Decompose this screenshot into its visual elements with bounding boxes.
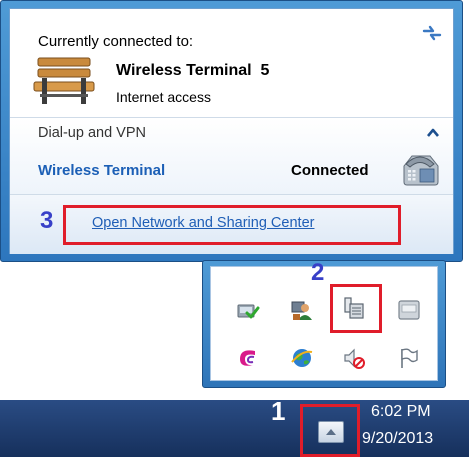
annotation-highlight-show-hidden: [300, 404, 360, 457]
clock-date[interactable]: 9/20/2013: [362, 430, 433, 448]
device-icon[interactable]: [397, 298, 421, 322]
connected-title: Currently connected to:: [38, 33, 194, 50]
vpn-connection-status: Connected: [291, 162, 369, 179]
clock-time[interactable]: 6:02 PM: [371, 403, 431, 421]
annotation-step-2: 2: [311, 259, 325, 286]
vpn-connection-name[interactable]: Wireless Terminal: [38, 162, 165, 179]
triangle-up-icon: [326, 429, 336, 435]
refresh-icon[interactable]: [421, 25, 443, 41]
action-center-flag-icon[interactable]: [397, 346, 421, 370]
network-flyout: Currently connected to: Wireless Termina…: [0, 0, 463, 262]
bench-network-icon: [33, 57, 95, 104]
connection-status: Internet access: [116, 89, 211, 105]
phone-icon: [403, 155, 439, 186]
annotation-step-1: 1: [271, 396, 286, 426]
taskbar: 1 6:02 PM 9/20/2013: [0, 396, 469, 457]
current-connection-section: Currently connected to: Wireless Termina…: [10, 9, 453, 117]
security-check-icon[interactable]: [236, 298, 260, 322]
flyout-panel: Currently connected to: Wireless Termina…: [9, 8, 454, 254]
dialup-vpn-section: Dial-up and VPN Wireless Terminal Connec…: [10, 118, 453, 194]
annotation-step-3: 3: [40, 207, 54, 234]
network-user-icon[interactable]: [290, 298, 314, 322]
annotation-highlight-link: Open Network and Sharing Center: [63, 205, 401, 245]
swirl-app-icon[interactable]: [236, 346, 260, 370]
open-network-sharing-center-link[interactable]: Open Network and Sharing Center: [92, 215, 314, 231]
dialup-vpn-label[interactable]: Dial-up and VPN: [38, 125, 146, 141]
connection-name: Wireless Terminal 5: [116, 62, 270, 79]
notification-overflow-popup: 2: [202, 259, 446, 388]
overflow-icon-panel: 2: [210, 259, 438, 381]
annotation-highlight-network-icon: [330, 284, 382, 333]
globe-app-icon[interactable]: [290, 346, 314, 370]
flyout-footer: 3 Open Network and Sharing Center: [10, 195, 453, 254]
chevron-up-icon[interactable]: [427, 128, 439, 138]
speaker-muted-icon[interactable]: [342, 346, 366, 370]
show-hidden-icons-button[interactable]: [318, 421, 344, 443]
